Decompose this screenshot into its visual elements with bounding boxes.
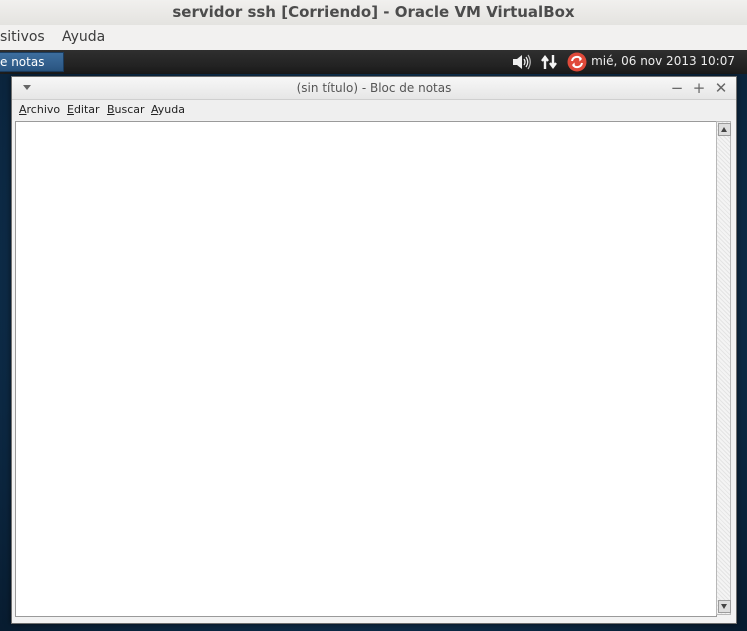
notepad-titlebar[interactable]: (sin título) - Bloc de notas − + ✕ [12,77,736,100]
menu-buscar[interactable]: Buscar [107,103,145,116]
scroll-up-button[interactable] [718,123,731,136]
scroll-down-button[interactable] [718,600,731,613]
menu-editar[interactable]: Editar [67,103,100,116]
notepad-menubar: Archivo Editar Buscar Ayuda [12,100,736,120]
update-icon[interactable] [567,52,587,75]
notepad-window-title: (sin título) - Bloc de notas [296,81,452,95]
host-window-title: servidor ssh [Corriendo] - Oracle VM Vir… [0,0,747,25]
top-panel: e notas mié, 06 nov 2013 10:07 [0,50,747,74]
taskbar-button-bloc-de-notas[interactable]: e notas [0,52,64,72]
menu-archivo[interactable]: Archivo [19,103,60,116]
network-icon[interactable] [540,52,560,75]
host-menubar: sitivos Ayuda [0,25,747,50]
vertical-scrollbar[interactable] [716,121,731,615]
minimize-icon[interactable]: − [668,79,686,97]
window-menu-icon[interactable] [23,85,31,90]
host-menu-dispositivos[interactable]: sitivos [0,29,45,45]
menu-ayuda[interactable]: Ayuda [151,103,185,116]
host-menu-ayuda[interactable]: Ayuda [62,29,105,45]
text-area[interactable] [15,121,717,617]
speaker-icon[interactable] [511,52,533,75]
close-icon[interactable]: ✕ [712,79,730,97]
arrow-up-icon [721,127,727,132]
maximize-icon[interactable]: + [690,79,708,97]
clock[interactable]: mié, 06 nov 2013 10:07 [591,54,735,68]
notepad-window: (sin título) - Bloc de notas − + ✕ Archi… [11,76,737,624]
arrow-down-icon [721,604,727,609]
